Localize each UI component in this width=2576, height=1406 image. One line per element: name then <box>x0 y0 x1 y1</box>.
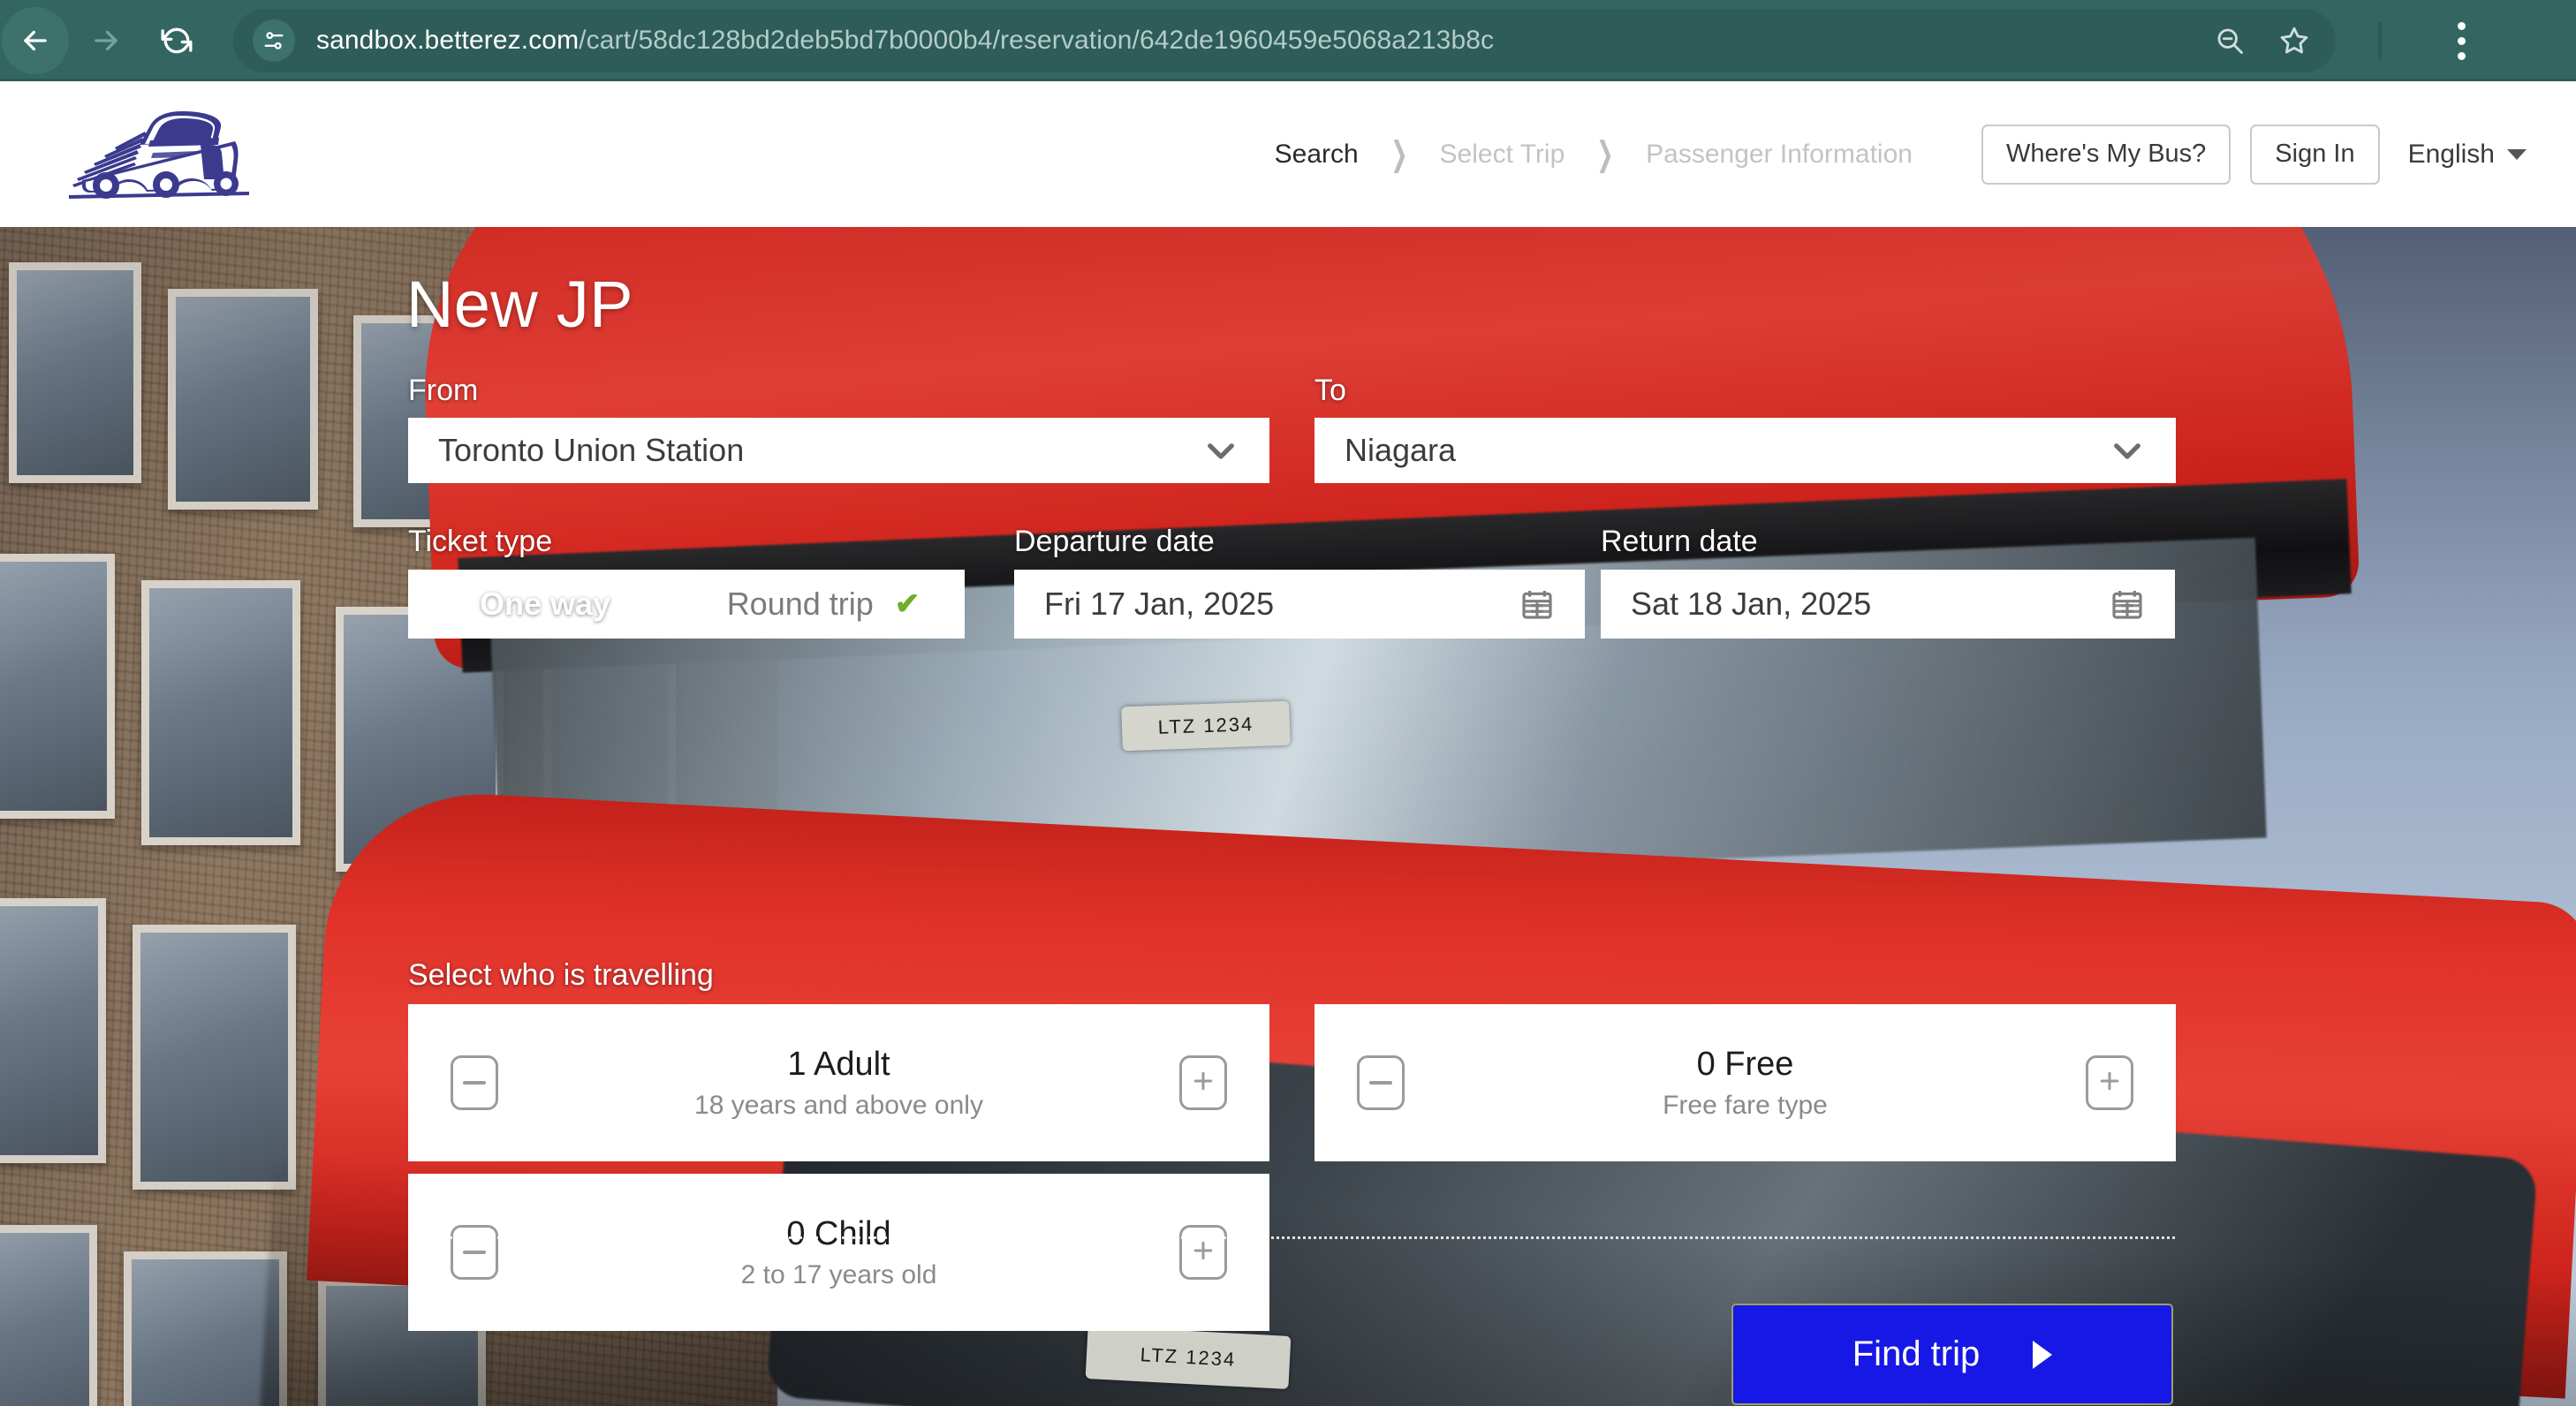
minus-icon <box>463 1251 486 1254</box>
from-select[interactable]: Toronto Union Station <box>408 418 1269 483</box>
to-select[interactable]: Niagara <box>1315 418 2176 483</box>
ticket-type-label: Ticket type <box>408 525 553 558</box>
chevron-down-icon <box>2109 432 2146 469</box>
increment-adult-button[interactable] <box>1179 1055 1227 1110</box>
breadcrumb-select-trip[interactable]: Select Trip <box>1440 140 1565 170</box>
decrement-child-button[interactable] <box>451 1225 498 1280</box>
ticket-type-toggle: One way Round trip ✔ <box>408 570 965 639</box>
calendar-icon[interactable] <box>2110 586 2145 622</box>
ticket-type-round-trip-label: Round trip <box>726 586 874 622</box>
back-button[interactable] <box>2 7 69 74</box>
free-count: 0 Free <box>1696 1045 1794 1083</box>
url-path: /cart/58dc128bd2deb5bd7b0000b4/reservati… <box>579 26 1495 55</box>
forward-arrow-icon <box>89 24 123 57</box>
return-date-input[interactable]: Sat 18 Jan, 2025 <box>1601 570 2175 639</box>
address-bar[interactable]: sandbox.betterez.com/cart/58dc128bd2deb5… <box>233 9 2336 72</box>
plus-icon <box>2096 1068 2123 1099</box>
adult-count: 1 Adult <box>787 1045 890 1083</box>
url-domain: sandbox.betterez.com <box>316 26 580 55</box>
language-selector[interactable]: English <box>2408 140 2527 170</box>
browser-toolbar: sandbox.betterez.com/cart/58dc128bd2deb5… <box>0 0 2576 81</box>
to-value: Niagara <box>1345 432 1457 468</box>
departure-date-input[interactable]: Fri 17 Jan, 2025 <box>1014 570 1585 639</box>
find-trip-label: Find trip <box>1852 1334 1981 1373</box>
calendar-icon[interactable] <box>1519 586 1555 622</box>
header-actions: Where's My Bus? Sign In English <box>1981 124 2527 185</box>
bus-logo[interactable] <box>53 102 265 208</box>
breadcrumb: Search ❯ Select Trip ❯ Passenger Informa… <box>1275 138 1913 171</box>
free-description: Free fare type <box>1663 1090 1828 1120</box>
chevron-down-icon <box>2507 148 2527 160</box>
breadcrumb-search[interactable]: Search <box>1275 140 1359 170</box>
departure-date-label: Departure date <box>1014 525 1215 558</box>
decrement-free-button[interactable] <box>1357 1055 1405 1110</box>
star-icon[interactable] <box>2277 24 2311 57</box>
toolbar-separator <box>2378 21 2382 60</box>
from-value: Toronto Union Station <box>438 432 745 468</box>
back-arrow-icon <box>19 24 52 57</box>
return-date-label: Return date <box>1601 525 1758 558</box>
wheres-my-bus-button[interactable]: Where's My Bus? <box>1981 124 2231 185</box>
from-label: From <box>408 374 479 407</box>
minus-icon <box>463 1081 486 1085</box>
page-title: New JP <box>406 268 633 341</box>
child-count: 0 Child <box>786 1214 891 1252</box>
adult-description: 18 years and above only <box>694 1090 983 1120</box>
find-trip-button[interactable]: Find trip <box>1731 1304 2173 1405</box>
plus-icon <box>1190 1237 1216 1268</box>
to-label: To <box>1315 374 1346 407</box>
kebab-menu-icon[interactable] <box>2435 7 2488 74</box>
section-divider <box>408 1236 2175 1239</box>
chevron-down-icon <box>1202 432 1239 469</box>
increment-child-button[interactable] <box>1179 1225 1227 1280</box>
site-header: Search ❯ Select Trip ❯ Passenger Informa… <box>0 81 2576 227</box>
traveller-card-child: 0 Child 2 to 17 years old <box>408 1174 1269 1331</box>
language-label: English <box>2407 139 2495 169</box>
url-text: sandbox.betterez.com/cart/58dc128bd2deb5… <box>316 26 2214 56</box>
breadcrumb-passenger-information[interactable]: Passenger Information <box>1646 140 1913 170</box>
hero-section: LTZ 1234 LTZ 1234 New JP From Toronto Un… <box>0 227 2576 1406</box>
forward-button[interactable] <box>72 7 140 74</box>
travellers-label: Select who is travelling <box>408 958 714 992</box>
play-arrow-icon <box>2033 1340 2053 1369</box>
ticket-type-one-way-label: One way <box>479 586 611 622</box>
search-form: New JP From Toronto Union Station To Nia… <box>0 227 2576 1406</box>
reload-button[interactable] <box>143 7 210 74</box>
site-settings-icon[interactable] <box>253 19 295 62</box>
traveller-card-free: 0 Free Free fare type <box>1315 1004 2176 1161</box>
return-date-value: Sat 18 Jan, 2025 <box>1631 586 1872 622</box>
minus-icon <box>1369 1081 1392 1085</box>
chevron-right-icon: ❯ <box>1390 135 1408 173</box>
reload-icon <box>160 24 193 57</box>
traveller-card-adult: 1 Adult 18 years and above only <box>408 1004 1269 1161</box>
plus-icon <box>1190 1068 1216 1099</box>
sign-in-button[interactable]: Sign In <box>2250 124 2380 185</box>
checkmark-icon: ✔ <box>894 587 921 621</box>
ticket-type-one-way[interactable]: One way <box>408 570 682 639</box>
zoom-out-icon[interactable] <box>2214 25 2246 57</box>
ticket-type-round-trip[interactable]: Round trip ✔ <box>682 570 965 639</box>
chevron-right-icon: ❯ <box>1596 135 1615 173</box>
decrement-adult-button[interactable] <box>451 1055 498 1110</box>
increment-free-button[interactable] <box>2086 1055 2133 1110</box>
child-description: 2 to 17 years old <box>740 1259 937 1289</box>
departure-date-value: Fri 17 Jan, 2025 <box>1044 586 1275 622</box>
